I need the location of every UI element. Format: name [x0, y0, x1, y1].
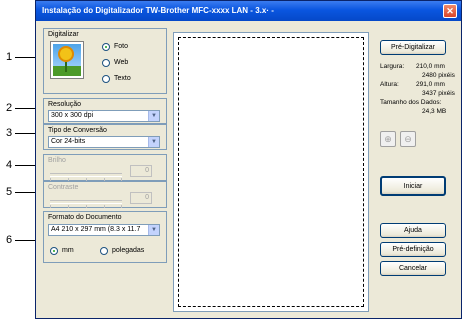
- photo-sunflower-icon: [50, 41, 84, 79]
- scan-web-radio[interactable]: [102, 59, 110, 67]
- chevron-down-icon[interactable]: ▼: [148, 225, 159, 235]
- conversion-group: Tipo de Conversão Cor 24-bits ▼: [43, 124, 167, 150]
- unit-mm-radio[interactable]: [50, 247, 58, 255]
- conversion-select[interactable]: Cor 24-bits ▼: [48, 136, 160, 148]
- preview-area[interactable]: [173, 32, 369, 312]
- brightness-label: Brilho: [48, 157, 66, 164]
- scan-text-radio[interactable]: [102, 75, 110, 83]
- title-bar[interactable]: Instalação do Digitalizador TW-Brother M…: [36, 1, 461, 21]
- resolution-label: Resolução: [48, 101, 82, 108]
- resolution-value: 300 x 300 dpi: [51, 112, 94, 119]
- start-button[interactable]: Iniciar: [380, 176, 446, 196]
- width-label: Largura:: [380, 63, 405, 70]
- brightness-group: Brilho 0: [43, 154, 167, 181]
- width-pixels: 2480 pixéis: [422, 72, 455, 79]
- scan-area-selection[interactable]: [178, 37, 364, 307]
- scanner-window: Instalação do Digitalizador TW-Brother M…: [35, 0, 462, 319]
- contrast-label: Contraste: [48, 184, 79, 191]
- resolution-group: Resolução 300 x 300 dpi ▼: [43, 98, 167, 124]
- scan-photo-label[interactable]: Foto: [114, 43, 128, 50]
- unit-inch-label[interactable]: polegadas: [112, 247, 144, 254]
- zoom-out-icon[interactable]: ⊖: [400, 131, 416, 147]
- data-size-label: Tamanho dos Dados:: [380, 99, 442, 106]
- unit-mm-label[interactable]: mm: [62, 247, 74, 254]
- prescan-button[interactable]: Pré-Digitalizar: [380, 40, 446, 55]
- document-size-group: Formato do Documento A4 210 x 297 mm (8.…: [43, 211, 167, 263]
- window-title: Instalação do Digitalizador TW-Brother M…: [42, 6, 274, 15]
- document-size-label: Formato do Documento: [48, 214, 122, 221]
- data-size-value: 24,3 MB: [422, 108, 447, 115]
- height-label: Altura:: [380, 81, 399, 88]
- height-pixels: 3437 pixéis: [422, 90, 455, 97]
- brightness-value-field[interactable]: 0: [130, 165, 152, 177]
- contrast-value-field[interactable]: 0: [130, 192, 152, 204]
- scan-text-label[interactable]: Texto: [114, 75, 131, 82]
- scan-type-group: Digitalizar Foto Web Texto: [43, 28, 167, 94]
- brightness-slider[interactable]: [50, 173, 122, 181]
- chevron-down-icon[interactable]: ▼: [148, 137, 159, 147]
- conversion-label: Tipo de Conversão: [48, 127, 107, 134]
- cancel-button[interactable]: Cancelar: [380, 261, 446, 276]
- scan-web-label[interactable]: Web: [114, 59, 128, 66]
- conversion-value: Cor 24-bits: [51, 138, 86, 145]
- scan-type-label: Digitalizar: [48, 31, 79, 38]
- contrast-group: Contraste 0: [43, 181, 167, 208]
- contrast-slider[interactable]: [50, 200, 122, 208]
- width-mm: 210,0 mm: [416, 63, 445, 70]
- document-size-value: A4 210 x 297 mm (8.3 x 11.7: [51, 226, 141, 233]
- unit-inch-radio[interactable]: [100, 247, 108, 255]
- document-size-select[interactable]: A4 210 x 297 mm (8.3 x 11.7 ▼: [48, 224, 160, 236]
- height-mm: 291,0 mm: [416, 81, 445, 88]
- help-button[interactable]: Ajuda: [380, 223, 446, 238]
- chevron-down-icon[interactable]: ▼: [148, 111, 159, 121]
- close-button[interactable]: ✕: [443, 4, 457, 18]
- scan-photo-radio[interactable]: [102, 43, 110, 51]
- zoom-in-icon[interactable]: ⊕: [380, 131, 396, 147]
- resolution-select[interactable]: 300 x 300 dpi ▼: [48, 110, 160, 122]
- close-icon: ✕: [446, 6, 454, 16]
- preset-button[interactable]: Pré-definição: [380, 242, 446, 257]
